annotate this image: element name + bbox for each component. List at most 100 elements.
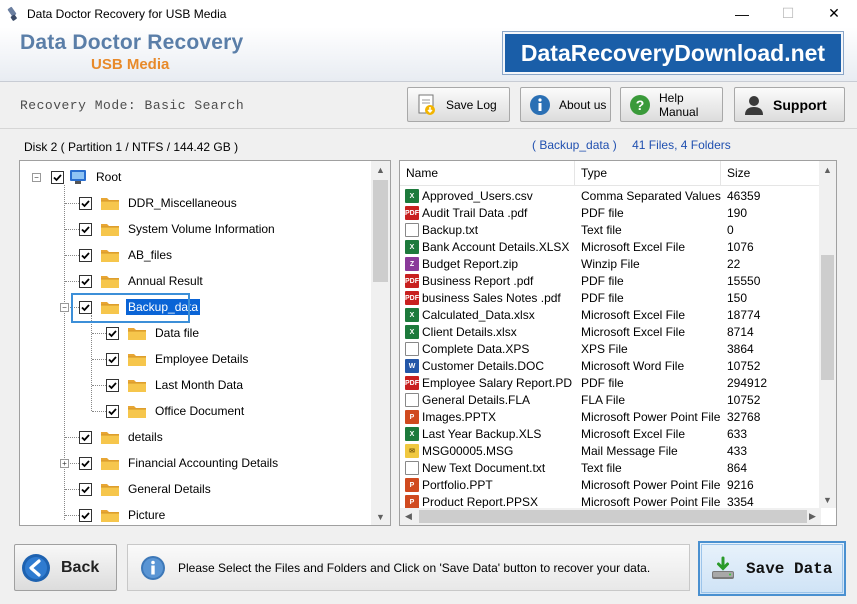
powerpoint-icon: P: [405, 410, 419, 424]
expand-icon[interactable]: +: [60, 459, 69, 468]
save-log-button[interactable]: Save Log: [407, 87, 510, 122]
checkbox[interactable]: [79, 456, 92, 470]
website-badge: DataRecoveryDownload.net: [502, 31, 844, 75]
folder-icon: [100, 221, 120, 237]
file-type: PDF file: [581, 206, 624, 220]
collapse-icon[interactable]: −: [32, 173, 41, 182]
scroll-thumb[interactable]: [821, 255, 834, 380]
folder-tree[interactable]: − Root DDR_Miscellaneous System Volume In…: [19, 160, 391, 526]
tree-scrollbar[interactable]: ▲ ▼: [371, 161, 390, 525]
file-row[interactable]: New Text Document.txt Text file 864: [400, 460, 821, 477]
file-name: Business Report .pdf: [422, 274, 534, 288]
file-row[interactable]: Complete Data.XPS XPS File 3864: [400, 341, 821, 358]
about-us-button[interactable]: About us: [520, 87, 611, 122]
file-list-vscroll[interactable]: ▲ ▼: [819, 161, 836, 508]
file-name: Budget Report.zip: [422, 257, 519, 271]
tree-item[interactable]: Office Document: [92, 399, 246, 423]
scroll-thumb[interactable]: [373, 180, 388, 282]
checkbox[interactable]: [106, 378, 119, 392]
file-size: 15550: [727, 274, 761, 288]
file-row[interactable]: General Details.FLA FLA File 10752: [400, 392, 821, 409]
tree-item[interactable]: AB_files: [65, 243, 174, 267]
tree-root[interactable]: − Root: [32, 165, 123, 189]
tree-item[interactable]: Picture: [65, 503, 167, 525]
file-list[interactable]: Name Type Size X Approved_Users.csv Comma …: [399, 160, 837, 526]
file-name: MSG00005.MSG: [422, 444, 514, 458]
checkbox[interactable]: [79, 508, 92, 522]
checkbox[interactable]: [79, 248, 92, 262]
info-icon: [141, 555, 165, 580]
back-button[interactable]: Back: [14, 544, 117, 591]
scroll-down-icon[interactable]: ▼: [371, 508, 390, 525]
column-header-type[interactable]: Type: [575, 161, 721, 186]
tree-item[interactable]: Employee Details: [92, 347, 250, 371]
support-button[interactable]: Support: [734, 87, 845, 122]
file-row[interactable]: PDF Audit Trail Data .pdf PDF file 190: [400, 205, 821, 222]
tree-label: Root: [96, 170, 122, 184]
tree-item[interactable]: Data file: [92, 321, 201, 345]
file-row[interactable]: X Approved_Users.csv Comma Separated Value…: [400, 188, 821, 205]
scroll-thumb[interactable]: [419, 510, 807, 523]
scroll-right-icon[interactable]: ▶: [804, 508, 821, 525]
status-message: Please Select the Files and Folders and …: [127, 544, 690, 591]
file-row[interactable]: Z Budget Report.zip Winzip File 22: [400, 256, 821, 273]
file-type: Microsoft Excel File: [581, 308, 686, 322]
file-row[interactable]: PDF Business Report .pdf PDF file 15550: [400, 273, 821, 290]
file-row[interactable]: PDF Employee Salary Report.PDF PDF file 294…: [400, 375, 821, 392]
maximize-button[interactable]: ☐: [765, 0, 811, 27]
save-log-icon: [416, 94, 438, 116]
close-button[interactable]: ✕: [811, 0, 857, 27]
scroll-up-icon[interactable]: ▲: [371, 161, 390, 178]
checkbox[interactable]: [79, 482, 92, 496]
file-row[interactable]: X Calculated_Data.xlsx Microsoft Excel Fil…: [400, 307, 821, 324]
file-row[interactable]: ✉ MSG00005.MSG Mail Message File 433: [400, 443, 821, 460]
checkbox[interactable]: [106, 326, 119, 340]
checkbox[interactable]: [106, 404, 119, 418]
file-row[interactable]: PDF business Sales Notes .pdf PDF file 150: [400, 290, 821, 307]
save-data-button[interactable]: Save Data: [698, 541, 846, 596]
file-row[interactable]: P Images.PPTX Microsoft Power Point File 32…: [400, 409, 821, 426]
file-row[interactable]: P Portfolio.PPT Microsoft Power Point File…: [400, 477, 821, 494]
file-row[interactable]: X Client Details.xlsx Microsoft Excel File…: [400, 324, 821, 341]
file-size: 18774: [727, 308, 761, 322]
file-row[interactable]: Backup.txt Text file 0: [400, 222, 821, 239]
file-type: PDF file: [581, 274, 624, 288]
checkbox[interactable]: [51, 170, 64, 184]
tree-item[interactable]: Annual Result: [65, 269, 205, 293]
folder-info: ( Backup_data ) 41 Files, 4 Folders: [532, 138, 743, 152]
scroll-left-icon[interactable]: ◀: [400, 508, 417, 525]
checkbox[interactable]: [79, 274, 92, 288]
tree-item[interactable]: + Financial Accounting Details: [60, 451, 280, 475]
help-manual-button[interactable]: ? Help Manual: [620, 87, 723, 122]
file-row[interactable]: W Customer Details.DOC Microsoft Word File…: [400, 358, 821, 375]
scroll-up-icon[interactable]: ▲: [819, 161, 836, 178]
tree-label: Office Document: [155, 404, 245, 418]
tree-item[interactable]: General Details: [65, 477, 213, 501]
minimize-button[interactable]: —: [719, 0, 765, 27]
file-size: 46359: [727, 189, 761, 203]
column-header-size[interactable]: Size: [721, 161, 821, 186]
excel-icon: X: [405, 189, 419, 203]
checkbox[interactable]: [79, 430, 92, 444]
tree-item[interactable]: Last Month Data: [92, 373, 245, 397]
file-name: Employee Salary Report.PDF: [422, 376, 572, 390]
file-name: Client Details.xlsx: [422, 325, 517, 339]
collapse-icon[interactable]: −: [60, 303, 69, 312]
scroll-down-icon[interactable]: ▼: [819, 491, 836, 508]
checkbox[interactable]: [79, 222, 92, 236]
tree-item[interactable]: details: [65, 425, 165, 449]
file-list-hscroll[interactable]: ◀ ▶: [400, 508, 821, 525]
file-row[interactable]: X Bank Account Details.XLSX Microsoft Exce…: [400, 239, 821, 256]
file-size: 10752: [727, 393, 761, 407]
support-person-icon: [743, 94, 765, 116]
folder-icon: [100, 507, 120, 523]
checkbox[interactable]: [79, 196, 92, 210]
column-header-name[interactable]: Name: [400, 161, 575, 186]
file-row[interactable]: X Last Year Backup.XLS Microsoft Excel Fil…: [400, 426, 821, 443]
pdf-icon: PDF: [405, 206, 419, 220]
tree-item[interactable]: System Volume Information: [65, 217, 277, 241]
checkbox[interactable]: [106, 352, 119, 366]
tree-item[interactable]: DDR_Miscellaneous: [65, 191, 239, 215]
folder-icon: [100, 429, 120, 445]
toolbar: Recovery Mode: Basic Search Save Log Abo…: [0, 83, 857, 129]
